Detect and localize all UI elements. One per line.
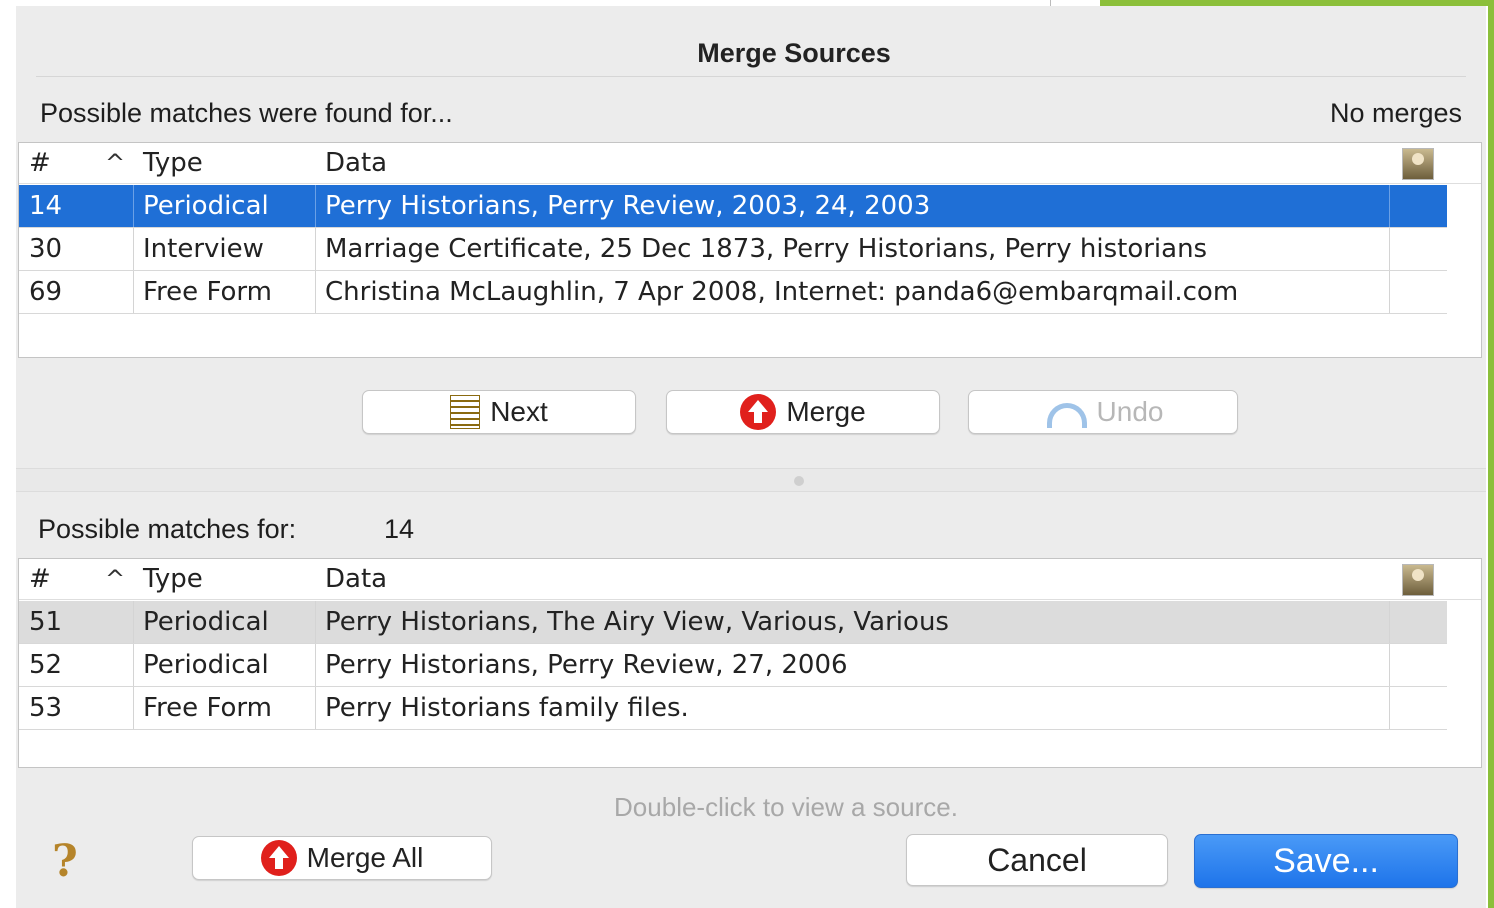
cancel-button-label: Cancel	[987, 841, 1087, 878]
table-header: # ^ Type Data	[19, 143, 1481, 184]
table-header: # ^ Type Data	[19, 559, 1481, 600]
column-divider	[133, 644, 134, 686]
row-number: 51	[29, 607, 63, 637]
row-number: 14	[29, 191, 63, 221]
column-header-data[interactable]: Data	[325, 559, 387, 599]
table-row[interactable]: 53 Free Form Perry Historians family fil…	[19, 687, 1447, 730]
merge-up-arrow-icon	[260, 840, 297, 876]
double-click-hint: Double-click to view a source.	[614, 792, 958, 822]
column-header-type[interactable]: Type	[143, 559, 203, 599]
sort-ascending-icon[interactable]: ^	[105, 143, 125, 183]
background-accent-side	[1488, 0, 1494, 908]
column-divider	[315, 601, 316, 643]
possible-matches-table[interactable]: # ^ Type Data 51 Periodical Perry Histor…	[18, 558, 1482, 768]
dialog-title: Merge Sources	[697, 38, 891, 68]
row-type: Periodical	[143, 650, 269, 680]
row-number: 30	[29, 234, 63, 264]
column-divider	[315, 185, 316, 227]
save-button-label: Save...	[1273, 841, 1379, 880]
help-icon[interactable]: ?	[52, 836, 78, 887]
column-divider	[1389, 601, 1390, 643]
cancel-button[interactable]: Cancel	[906, 834, 1168, 886]
sort-ascending-icon[interactable]: ^	[105, 559, 125, 599]
matches-for-value: 14	[384, 514, 415, 544]
row-type: Free Form	[143, 277, 272, 307]
person-photo-icon[interactable]	[1402, 148, 1434, 180]
row-type: Free Form	[143, 693, 272, 723]
merge-all-button-label: Merge All	[306, 842, 424, 873]
next-button[interactable]: Next	[362, 390, 636, 434]
next-button-label: Next	[490, 396, 548, 427]
column-divider	[133, 271, 134, 313]
merge-button-label: Merge	[786, 396, 866, 427]
next-list-icon	[450, 395, 481, 429]
column-divider	[1389, 271, 1390, 313]
undo-button-label: Undo	[1096, 396, 1164, 427]
table-row[interactable]: 14 Periodical Perry Historians, Perry Re…	[19, 185, 1447, 228]
row-data: Marriage Certificate, 25 Dec 1873, Perry…	[325, 234, 1208, 264]
row-type: Periodical	[143, 191, 269, 221]
save-button[interactable]: Save...	[1194, 834, 1458, 888]
row-number: 53	[29, 693, 63, 723]
person-photo-icon[interactable]	[1402, 564, 1434, 596]
found-label: Possible matches were found for...	[40, 98, 453, 128]
column-header-type[interactable]: Type	[143, 143, 203, 183]
undo-arrow-icon	[1043, 397, 1087, 428]
column-divider	[1389, 228, 1390, 270]
row-type: Periodical	[143, 607, 269, 637]
row-data: Perry Historians family files.	[325, 693, 689, 723]
row-data: Perry Historians, Perry Review, 2003, 24…	[325, 191, 931, 221]
table-row[interactable]: 30 Interview Marriage Certificate, 25 De…	[19, 228, 1447, 271]
match-candidates-table[interactable]: # ^ Type Data 14 Periodical Perry Histor…	[18, 142, 1482, 358]
column-divider	[133, 185, 134, 227]
column-divider	[315, 687, 316, 729]
merge-up-arrow-icon	[740, 394, 777, 430]
splitter-grip[interactable]	[794, 476, 804, 486]
column-divider	[133, 687, 134, 729]
column-divider	[315, 271, 316, 313]
column-divider	[133, 228, 134, 270]
column-divider	[1389, 185, 1390, 227]
matches-for-label: Possible matches for:	[38, 514, 297, 544]
merge-count-label: No merges	[1329, 98, 1462, 128]
column-divider	[315, 228, 316, 270]
row-type: Interview	[143, 234, 264, 264]
table-row[interactable]: 51 Periodical Perry Historians, The Airy…	[19, 601, 1447, 644]
column-divider	[315, 644, 316, 686]
column-divider	[1389, 687, 1390, 729]
table-row[interactable]: 52 Periodical Perry Historians, Perry Re…	[19, 644, 1447, 687]
merge-sources-dialog: Merge Sources Possible matches were foun…	[16, 6, 1486, 908]
row-data: Perry Historians, The Airy View, Various…	[325, 607, 949, 637]
table-row[interactable]: 69 Free Form Christina McLaughlin, 7 Apr…	[19, 271, 1447, 314]
title-divider	[36, 76, 1466, 77]
row-data: Christina McLaughlin, 7 Apr 2008, Intern…	[325, 277, 1239, 307]
column-divider	[133, 601, 134, 643]
pane-splitter[interactable]	[16, 468, 1486, 492]
column-header-number[interactable]: #	[29, 559, 51, 599]
row-number: 69	[29, 277, 63, 307]
merge-button[interactable]: Merge	[666, 390, 940, 434]
column-header-number[interactable]: #	[29, 143, 51, 183]
column-header-data[interactable]: Data	[325, 143, 387, 183]
row-data: Perry Historians, Perry Review, 27, 2006	[325, 650, 848, 680]
undo-button[interactable]: Undo	[968, 390, 1238, 434]
row-number: 52	[29, 650, 63, 680]
merge-all-button[interactable]: Merge All	[192, 836, 492, 880]
column-divider	[1389, 644, 1390, 686]
